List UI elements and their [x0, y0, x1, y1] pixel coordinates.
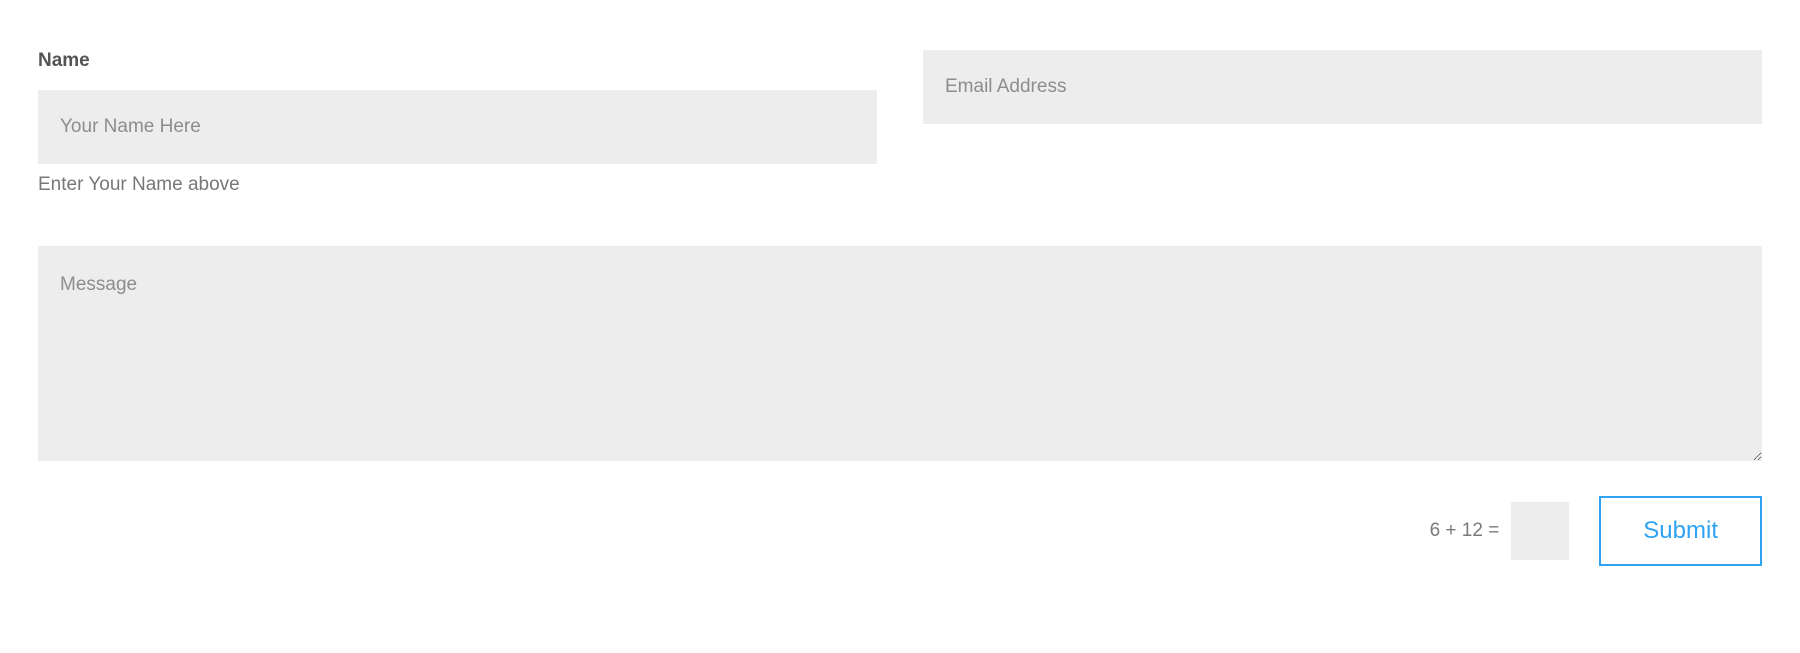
- message-textarea[interactable]: [38, 246, 1762, 461]
- submit-button[interactable]: Submit: [1599, 496, 1762, 566]
- name-label: Name: [38, 50, 877, 72]
- form-top-row: Name Enter Your Name above: [38, 50, 1762, 196]
- captcha-input[interactable]: [1511, 502, 1569, 560]
- message-field-group: [38, 246, 1762, 466]
- form-footer-row: 6 + 12 = Submit: [38, 496, 1762, 566]
- name-field-group: Name Enter Your Name above: [38, 50, 877, 196]
- email-input[interactable]: [923, 50, 1762, 124]
- captcha-group: 6 + 12 =: [1430, 502, 1570, 560]
- email-field-group: [923, 50, 1762, 196]
- name-help-text: Enter Your Name above: [38, 174, 877, 196]
- name-input[interactable]: [38, 90, 877, 164]
- captcha-question: 6 + 12 =: [1430, 520, 1500, 542]
